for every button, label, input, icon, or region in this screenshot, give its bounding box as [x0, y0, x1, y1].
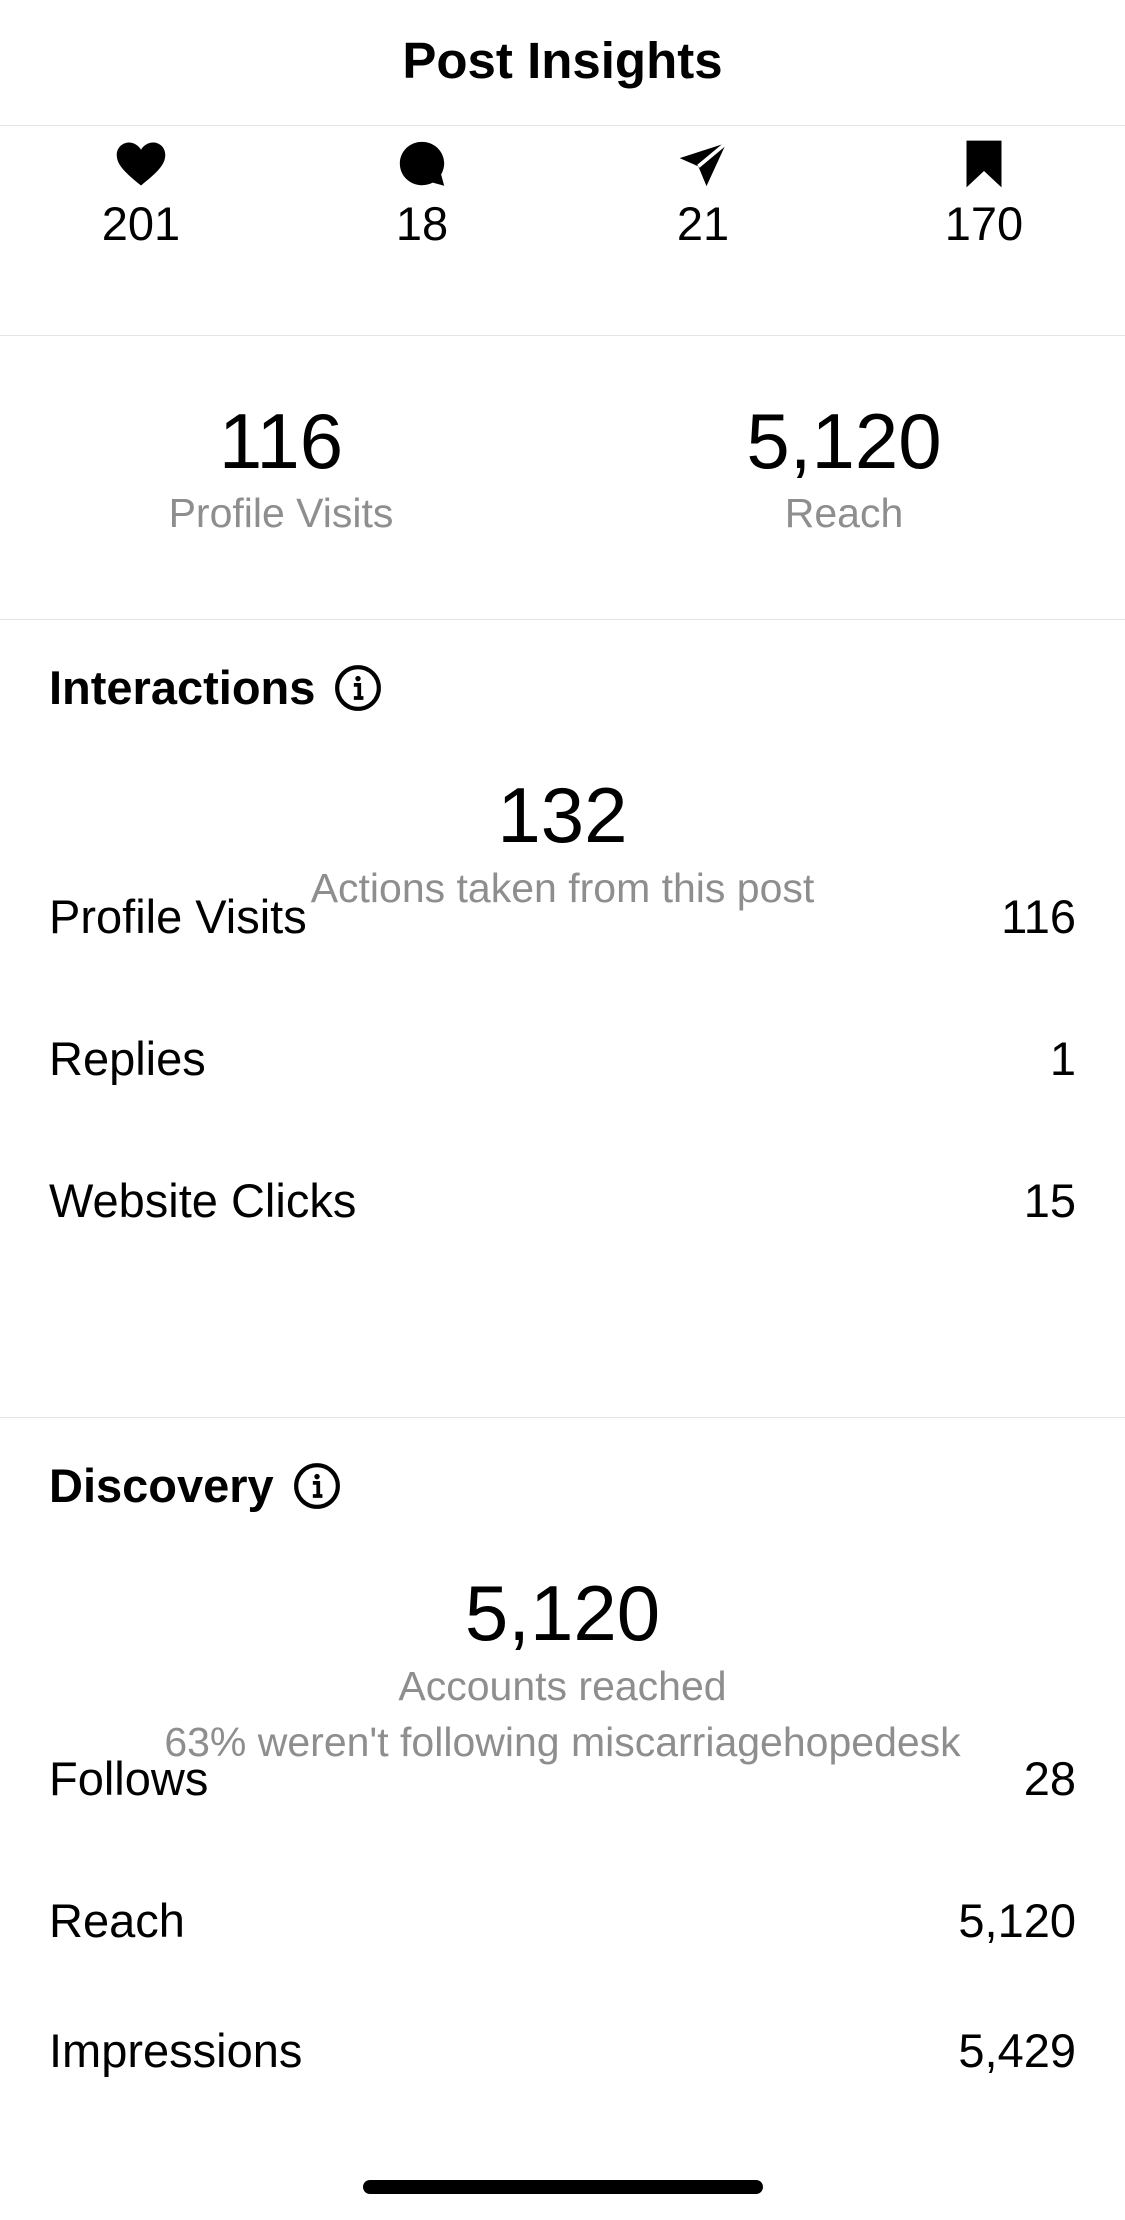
heart-icon — [116, 142, 166, 186]
list-item: Profile Visits 116 — [49, 886, 1076, 946]
row-value: 5,429 — [958, 2023, 1076, 2077]
row-label: Website Clicks — [49, 1173, 357, 1227]
row-label: Impressions — [49, 2023, 303, 2077]
discovery-total-label: Accounts reached — [398, 1663, 727, 1709]
saves-count: 170 — [944, 197, 1024, 250]
list-item: Replies 1 — [49, 1028, 1076, 1088]
discovery-header: Discovery — [49, 1458, 342, 1513]
summary-reach: 5,120 Reach — [644, 396, 1044, 538]
shares-count: 21 — [676, 197, 730, 250]
row-value: 15 — [1023, 1173, 1076, 1227]
summary-stats: 116 Profile Visits 5,120 Reach — [0, 336, 1125, 620]
list-item: Website Clicks 15 — [49, 1170, 1076, 1230]
profile-visits-value: 116 — [218, 397, 344, 485]
info-icon[interactable] — [333, 663, 383, 713]
comments-stat: 18 — [322, 136, 522, 254]
row-value: 1 — [1049, 1031, 1076, 1085]
row-label: Profile Visits — [49, 889, 307, 943]
comment-icon — [399, 141, 445, 186]
discovery-title: Discovery — [49, 1459, 274, 1512]
interactions-header: Interactions — [49, 660, 383, 715]
discovery-total-value: 5,120 — [464, 1569, 661, 1657]
row-value: 5,120 — [958, 1893, 1076, 1947]
profile-visits-label: Profile Visits — [168, 490, 394, 536]
reach-label: Reach — [784, 490, 904, 536]
likes-stat: 201 — [41, 136, 241, 254]
discovery-total: 5,120 Accounts reached 63% weren't follo… — [0, 1568, 1125, 1770]
interactions-title: Interactions — [49, 661, 316, 714]
interactions-section: Interactions 132 Actions taken from this… — [0, 620, 1125, 1418]
list-item: Reach 5,120 — [49, 1890, 1076, 1950]
list-item: Follows 28 — [49, 1748, 1076, 1808]
info-icon[interactable] — [292, 1461, 342, 1511]
row-label: Follows — [49, 1751, 209, 1805]
top-bar: Post Insights — [0, 0, 1125, 126]
row-label: Replies — [49, 1031, 206, 1085]
home-indicator[interactable] — [363, 2180, 763, 2194]
saves-stat: 170 — [884, 136, 1084, 254]
interactions-total-value: 132 — [497, 771, 628, 859]
discovery-section: Discovery 5,120 Accounts reached 63% wer… — [0, 1418, 1125, 2218]
likes-count: 201 — [101, 197, 181, 250]
reach-value: 5,120 — [746, 397, 942, 485]
summary-profile-visits: 116 Profile Visits — [81, 396, 481, 538]
shares-stat: 21 — [603, 136, 803, 254]
list-item: Impressions 5,429 — [49, 2020, 1076, 2080]
row-value: 116 — [1001, 889, 1076, 943]
row-label: Reach — [49, 1893, 185, 1947]
engagement-stats: 201 18 21 170 — [0, 126, 1125, 336]
bookmark-icon — [966, 140, 1002, 188]
row-value: 28 — [1023, 1751, 1076, 1805]
page-title: Post Insights — [402, 32, 723, 89]
share-icon — [679, 141, 728, 187]
comments-count: 18 — [395, 197, 449, 250]
